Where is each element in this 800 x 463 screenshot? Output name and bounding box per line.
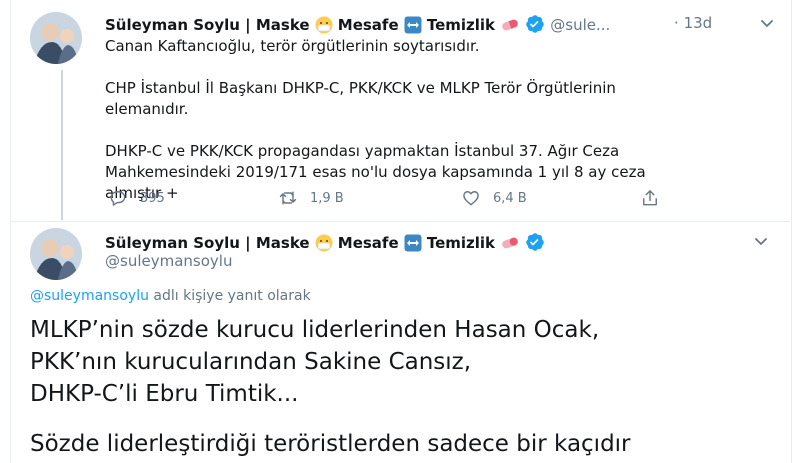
tweet-line: CHP İstanbul İl Başkanı DHKP-C, PKK/KCK … <box>105 79 616 97</box>
thread-line <box>61 70 63 220</box>
left-right-arrow-emoji-icon <box>404 16 422 38</box>
reply-mention-link[interactable]: @suleymansoylu <box>30 288 149 304</box>
reply-button[interactable]: 395 <box>108 188 165 208</box>
tweet-line: almıştır + <box>105 184 179 202</box>
tweet1-header: Süleyman Soylu | Maske Mesafe Temizlik @… <box>105 14 610 38</box>
mask-emoji-icon <box>315 234 333 256</box>
retweet-icon <box>279 191 297 205</box>
tweet-line: PKK’nın kurucularından Sakine Cansız, <box>30 349 472 375</box>
timestamp[interactable]: 13d <box>684 14 713 32</box>
reply-context: @suleymansoylu adlı kişiye yanıt olarak <box>30 288 311 304</box>
display-name-mesafe[interactable]: Mesafe <box>338 234 399 252</box>
tweet-line: DHKP-C’li Ebru Timtik... <box>30 381 299 407</box>
pill-emoji-icon <box>500 234 520 256</box>
tweet-line: MLKP’nin sözde kurucu liderlerinden Hasa… <box>30 317 600 343</box>
timestamp-group: · 13d <box>674 14 712 32</box>
reply-count: 395 <box>140 190 165 206</box>
display-name[interactable]: Süleyman Soylu | Maske <box>105 16 310 34</box>
reply-icon <box>110 191 126 206</box>
retweet-count: 1,9 B <box>310 190 344 206</box>
tweet-line: DHKP-C ve PKK/KCK propagandası yapmaktan… <box>105 142 620 160</box>
tweet-divider <box>10 221 790 222</box>
retweet-button[interactable]: 1,9 B <box>278 188 344 208</box>
tweet-line: elemanıdır. <box>105 100 189 118</box>
display-name-temizlik[interactable]: Temizlik <box>427 16 495 34</box>
tweet-line: Mahkemesindeki 2019/171 esas no'lu dosya… <box>105 163 646 181</box>
separator: · <box>674 14 679 32</box>
left-right-arrow-emoji-icon <box>404 234 422 256</box>
handle[interactable]: @suleymansoylu <box>105 252 232 270</box>
tweet-line: Canan Kaftancıoğlu, terör örgütlerinin s… <box>105 37 480 55</box>
verified-badge-icon <box>525 232 545 252</box>
chevron-down-icon[interactable] <box>752 232 770 254</box>
display-name-temizlik[interactable]: Temizlik <box>427 234 495 252</box>
tweet-line: Sözde liderleştirdiği teröristlerden sad… <box>30 431 631 457</box>
reply-context-text: adlı kişiye yanıt olarak <box>148 288 311 304</box>
avatar[interactable] <box>30 228 82 280</box>
display-name-mesafe[interactable]: Mesafe <box>338 16 399 34</box>
avatar[interactable] <box>30 12 82 64</box>
pill-emoji-icon <box>500 16 520 38</box>
like-icon <box>463 191 479 206</box>
tweet1-text: Canan Kaftancıoğlu, terör örgütlerinin s… <box>105 36 646 204</box>
handle[interactable]: @sule... <box>550 16 610 34</box>
like-button[interactable]: 6,4 B <box>461 188 527 208</box>
like-count: 6,4 B <box>493 190 527 206</box>
display-name[interactable]: Süleyman Soylu | Maske <box>105 234 310 252</box>
chevron-down-icon[interactable] <box>758 14 776 36</box>
share-icon <box>643 190 657 206</box>
share-button[interactable] <box>640 188 660 208</box>
verified-badge-icon <box>525 14 545 34</box>
mask-emoji-icon <box>315 16 333 38</box>
